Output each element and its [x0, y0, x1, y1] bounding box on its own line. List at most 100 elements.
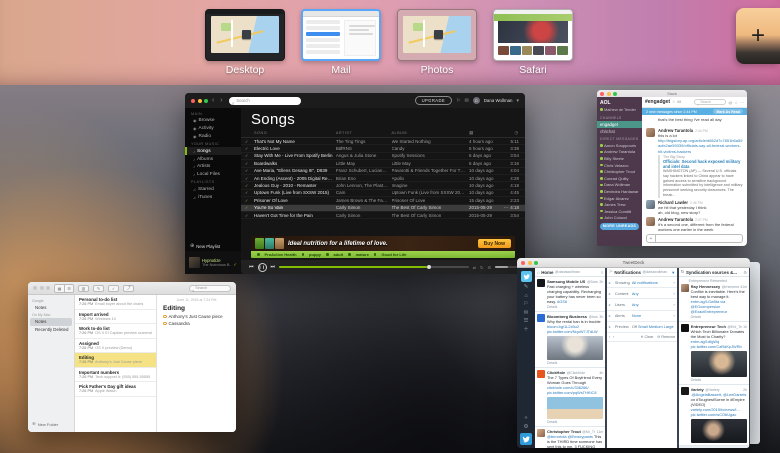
message-input[interactable]: + — [646, 234, 743, 243]
lists-icon[interactable]: ☰ — [524, 319, 529, 325]
tweet[interactable]: Variety@Variety2h .@AngelaBassett, @LeeD… — [679, 385, 749, 446]
dm-item[interactable]: Aaron Souppouris — [597, 142, 642, 149]
setting-value[interactable]: All notifications — [632, 280, 671, 285]
ad-link[interactable]: puppy — [309, 252, 321, 257]
add-desktop-button[interactable]: + — [736, 8, 780, 64]
grid-view-icon[interactable]: ▦ — [55, 285, 64, 292]
window-controls[interactable] — [191, 99, 208, 103]
space-mail-thumbnail[interactable] — [301, 9, 381, 61]
track-row[interactable]: Electric Love BØRNS Candy 5 hours ago 3:… — [241, 145, 525, 152]
search-input[interactable]: Search — [189, 285, 231, 292]
dm-item[interactable]: Christopher Trout — [597, 168, 642, 175]
preview-title[interactable]: Officials: Second hack exposed military … — [663, 159, 743, 169]
sidebar-item[interactable]: ◉Activity — [185, 125, 241, 133]
channel-item-chitchat[interactable]: chitchat — [597, 128, 642, 135]
shuffle-icon[interactable]: ⇄ — [473, 265, 476, 270]
team-name[interactable]: AOL — [597, 99, 642, 107]
column-setting-row[interactable]: ▸ Users Any ▾ — [607, 299, 677, 310]
column-setting-row[interactable]: ▸ Showing All notifications ▾ — [607, 277, 677, 288]
channel-item-engadget[interactable]: engadget — [597, 121, 642, 128]
setting-value[interactable]: OffSmall Medium Large — [632, 324, 675, 329]
tweet-link[interactable]: clickhole.com/c/338266/ pic.twitter.com/… — [547, 385, 597, 395]
compose-icon[interactable]: ✎ — [524, 285, 529, 291]
twitter-bird-icon[interactable] — [520, 433, 532, 445]
column-setting-row[interactable]: ▸ Content Any ▾ — [607, 288, 677, 299]
avatar[interactable] — [537, 370, 545, 378]
sidebar-item[interactable]: ♪Artists — [185, 163, 241, 171]
tweet-photo[interactable] — [547, 336, 603, 360]
dm-item[interactable]: Dana Wollman — [597, 182, 642, 189]
checkbox-circle-icon[interactable] — [163, 322, 167, 326]
settings-gear-icon[interactable]: ⚙ — [524, 425, 529, 431]
tweet-link[interactable]: bloom.bg/1L2x5u2 pic.twitter.com/NquW7JT… — [547, 324, 598, 334]
folder-item-mac-notes[interactable]: Notes — [30, 318, 72, 326]
avatar[interactable] — [681, 387, 689, 395]
playlist-item[interactable]: ♫Starred — [185, 185, 241, 193]
starred-items-icon[interactable]: ☆ — [734, 100, 738, 105]
track-row[interactable]: That's Not My Name The Ting Tings We Sta… — [241, 138, 525, 145]
progress-bar[interactable] — [279, 266, 469, 268]
star-icon[interactable]: ☆ — [672, 100, 675, 104]
tweet-details-link[interactable]: Details — [547, 305, 603, 309]
mark-as-read-button[interactable]: Mark As Read — [713, 109, 743, 114]
slack-titlebar[interactable]: Slack — [597, 90, 747, 97]
folder-item-google-notes[interactable]: Notes — [28, 304, 74, 312]
column-artist[interactable]: ARTIST — [336, 131, 392, 135]
account-name[interactable]: Dana Wollman — [484, 98, 513, 103]
previous-track-icon[interactable]: ⏮ — [249, 264, 254, 270]
notifications-icon[interactable]: ⚐ — [456, 98, 460, 104]
avatar[interactable] — [537, 279, 545, 287]
unread-banner[interactable]: 2 new messages since 2:44 PM Mark As Rea… — [642, 108, 747, 115]
track-row[interactable]: Prisoner Of Love James Brown & The Famou… — [241, 197, 525, 204]
upgrade-button[interactable]: UPGRADE — [415, 96, 453, 105]
column-setting-row[interactable]: ▸ Alerts None ▾ — [607, 311, 677, 322]
nav-back-forward-icons[interactable]: ‹ › — [212, 97, 225, 104]
track-row[interactable]: Stay With Me - Live From Spotify Berlin … — [241, 153, 525, 160]
tweet-photo[interactable] — [691, 351, 747, 377]
attach-plus-icon[interactable]: + — [647, 235, 656, 242]
window-controls[interactable] — [33, 286, 50, 290]
dm-item[interactable]: Conrad Quilty — [597, 175, 642, 182]
messages-icon[interactable]: ✉ — [524, 311, 529, 317]
notifications-bell-icon[interactable]: ⚐ — [524, 302, 529, 308]
tweet-link[interactable]: entm.ag/1Gw5ta via @EOcompersion @ExactE… — [691, 299, 727, 314]
dm-item[interactable]: Chris Velazco — [597, 162, 642, 169]
track-row[interactable]: Uptown Funk (Live from SXSW 2015) Cam Up… — [241, 190, 525, 197]
space-mail[interactable]: Mail — [301, 9, 381, 76]
track-row[interactable]: An Ending (Ascent) - 2005 Digital Remast… — [241, 175, 525, 182]
tweetdeck-titlebar[interactable]: TweetDeck — [517, 258, 750, 268]
avatar[interactable]: D — [473, 97, 480, 104]
note-list-item[interactable]: Work to-do list 7:26 PMOS X El Capitan p… — [75, 324, 156, 339]
sidebar-item[interactable]: ◉Radio — [185, 133, 241, 141]
note-list-item[interactable]: Editing 7:26 PMAnthony's Just Cause piec… — [75, 353, 156, 368]
setting-value[interactable]: Any — [632, 291, 671, 296]
playlist-item[interactable]: ♫iTunes — [185, 193, 241, 201]
tweet-photo[interactable] — [691, 419, 747, 443]
tweet[interactable]: Christopher Trout@Mr_Trout11m @terrortol… — [535, 427, 605, 448]
track-row[interactable]: You're So Vain Carly Simon The Best Of C… — [241, 205, 525, 212]
space-photos-thumbnail[interactable] — [397, 9, 477, 61]
note-list-item[interactable]: Pick Father's Day gift ideas 7:26 PMAppl… — [75, 382, 156, 397]
folder-item-recently-deleted[interactable]: Recently Deleted — [28, 326, 74, 334]
note-list-item[interactable]: Import arrived 7:26 PMWindows 10 — [75, 310, 156, 325]
inbox-icon[interactable]: ✉ — [465, 98, 469, 104]
checklist-item[interactable]: Cassandra — [163, 321, 230, 326]
more-unreads-button[interactable]: MORE UNREADS — [600, 223, 639, 229]
ad-banner[interactable]: Ideal nutrition for a lifetime of love. … — [251, 236, 515, 258]
filter-icon[interactable]: ▼ — [671, 270, 675, 275]
remove-button[interactable]: ⊖ Remove — [657, 335, 675, 339]
tweet[interactable]: Samsung Mobile US@SamsungMobileUS2h Fast… — [535, 277, 605, 312]
current-user[interactable]: Mathew de Tender — [597, 107, 642, 114]
home-icon[interactable]: ⌂ — [524, 294, 527, 300]
clear-button[interactable]: ✕ Clear — [640, 335, 653, 339]
tweet-details-link[interactable]: Details — [547, 361, 603, 365]
column-setting-row[interactable]: ▸ Preview OffSmall Medium Large — [607, 322, 677, 333]
delete-note-icon[interactable]: ▥ — [78, 285, 89, 292]
space-safari[interactable]: Safari — [493, 9, 573, 76]
note-list-item[interactable]: Important numbers 7:26 PMTech support #:… — [75, 368, 156, 383]
view-toggle[interactable]: ▦☰ — [54, 284, 74, 293]
space-desktop[interactable]: Desktop — [205, 9, 285, 76]
avatar[interactable] — [681, 324, 689, 332]
volume-slider[interactable] — [495, 266, 517, 268]
calendar-icon[interactable]: ▦ — [469, 130, 502, 136]
